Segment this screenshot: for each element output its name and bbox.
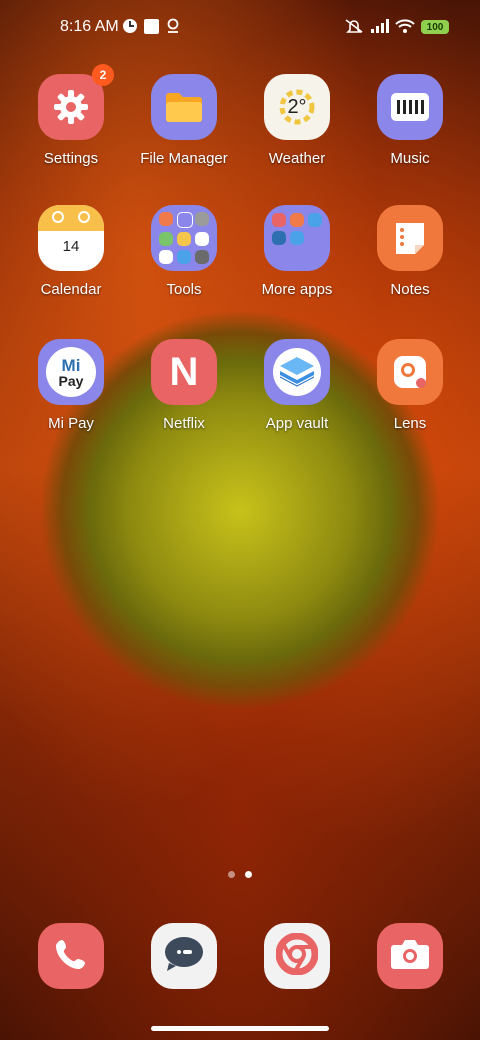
folder-icon — [151, 74, 217, 140]
app-label: Tools — [166, 281, 202, 298]
location-pin-icon — [165, 17, 181, 35]
mi-pay-icon: Mi Pay — [38, 339, 104, 405]
app-music[interactable]: Music — [355, 74, 465, 167]
app-label: More apps — [261, 281, 333, 298]
square-notification-icon — [143, 17, 159, 35]
message-icon — [163, 935, 205, 978]
status-time: 8:16 AM — [60, 18, 119, 35]
notes-icon — [377, 205, 443, 271]
weather-temp: 2° — [287, 95, 307, 118]
app-mi-pay[interactable]: Mi Pay Mi Pay — [16, 339, 126, 432]
browser-icon — [275, 932, 319, 980]
app-label: Notes — [390, 281, 430, 298]
app-settings[interactable]: 2 Settings — [16, 64, 126, 167]
calendar-icon: 14 — [38, 205, 104, 271]
wifi-icon — [395, 17, 415, 35]
app-calendar[interactable]: 14 Calendar — [16, 205, 126, 298]
mute-vibrate-icon — [343, 17, 365, 35]
home-gesture-bar[interactable] — [151, 1026, 329, 1031]
camera-icon — [390, 938, 430, 975]
app-weather[interactable]: 2° Weather — [242, 74, 352, 167]
dock-browser-app[interactable] — [264, 923, 330, 989]
folder-group-icon — [151, 205, 217, 271]
app-label: Weather — [268, 150, 326, 167]
gear-icon: 2 — [38, 64, 114, 140]
sun-icon: 2° — [264, 74, 330, 140]
app-label: App vault — [265, 415, 329, 432]
folder-group-icon — [264, 205, 330, 271]
app-label: Settings — [43, 150, 99, 167]
notification-badge: 2 — [92, 64, 114, 86]
signal-icon — [370, 17, 390, 35]
app-notes[interactable]: Notes — [355, 205, 465, 298]
status-bar: 8:16 AM 100 — [0, 0, 480, 56]
app-netflix[interactable]: N Netflix — [129, 339, 239, 432]
page-dot-active[interactable] — [245, 871, 252, 878]
app-label: Netflix — [163, 415, 205, 432]
app-folder-tools[interactable]: Tools — [129, 205, 239, 298]
phone-icon — [54, 937, 88, 976]
lens-icon — [377, 339, 443, 405]
app-app-vault[interactable]: App vault — [242, 339, 352, 432]
netflix-logo: N — [169, 349, 199, 394]
notification-app-icon — [121, 17, 139, 35]
app-label: Mi Pay — [48, 415, 94, 432]
app-vault-icon — [264, 339, 330, 405]
mi-pay-logo-top: Mi — [61, 355, 81, 375]
app-folder-more-apps[interactable]: More apps — [242, 205, 352, 298]
dock-messages-app[interactable] — [151, 923, 217, 989]
page-dot[interactable] — [228, 871, 235, 878]
mi-pay-logo-bottom: Pay — [58, 372, 84, 389]
dock-camera-app[interactable] — [377, 923, 443, 989]
battery-icon: 100 — [421, 20, 449, 34]
app-file-manager[interactable]: File Manager — [129, 74, 239, 167]
calendar-date: 14 — [62, 237, 80, 255]
app-label: Calendar — [40, 281, 102, 298]
music-icon — [377, 74, 443, 140]
page-indicator — [0, 871, 480, 878]
app-label: File Manager — [140, 150, 228, 167]
app-label: Lens — [393, 415, 427, 432]
app-lens[interactable]: Lens — [355, 339, 465, 432]
app-label: Music — [390, 150, 430, 167]
dock-phone-app[interactable] — [38, 923, 104, 989]
netflix-icon: N — [151, 339, 217, 405]
